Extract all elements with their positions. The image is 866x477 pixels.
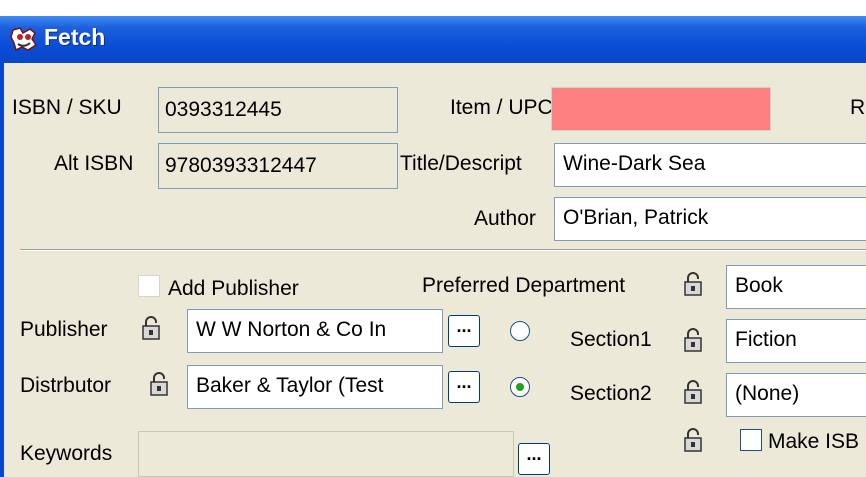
- item-upc-field[interactable]: [551, 87, 771, 131]
- title-label: Title/Descript: [400, 152, 522, 175]
- section1-lock-icon[interactable]: [682, 327, 704, 353]
- alt-isbn-label: Alt ISBN: [54, 152, 134, 175]
- add-publisher-label: Add Publisher: [168, 277, 299, 300]
- make-isbn-lock-icon[interactable]: [682, 427, 704, 453]
- fetch-dog-icon: [10, 27, 38, 52]
- right-cut-label: R: [850, 96, 866, 119]
- section2-lock-icon[interactable]: [682, 379, 704, 405]
- section1-dropdown[interactable]: Fiction: [726, 319, 866, 363]
- make-isbn-label: Make ISB: [768, 430, 860, 453]
- publisher-lock-icon[interactable]: [140, 315, 162, 341]
- fetch-form: ISBN / SKU 0393312445 Item / UPC R Alt I…: [0, 63, 866, 477]
- section-divider: [20, 249, 866, 251]
- window-title: Fetch: [44, 24, 106, 50]
- keywords-label: Keywords: [20, 442, 113, 465]
- item-upc-label: Item / UPC: [450, 96, 553, 119]
- preferred-department-dropdown[interactable]: Book: [726, 265, 866, 309]
- preferred-department-lock-icon[interactable]: [682, 271, 704, 297]
- section1-label: Section1: [570, 328, 652, 351]
- publisher-label: Publisher: [20, 318, 108, 341]
- author-label: Author: [474, 207, 536, 230]
- distributor-preferred-radio[interactable]: [510, 377, 530, 397]
- isbn-label: ISBN / SKU: [12, 96, 122, 119]
- distributor-field[interactable]: Baker & Taylor (Test: [187, 365, 443, 409]
- keywords-browse-button[interactable]: ...: [518, 443, 550, 475]
- title-field[interactable]: Wine-Dark Sea: [554, 143, 866, 187]
- make-isbn-checkbox[interactable]: [740, 429, 762, 451]
- title-bar[interactable]: Fetch: [0, 16, 866, 63]
- section2-dropdown[interactable]: (None): [726, 373, 866, 417]
- add-publisher-checkbox[interactable]: [138, 275, 160, 297]
- section2-label: Section2: [570, 382, 652, 405]
- author-field[interactable]: O'Brian, Patrick: [554, 197, 866, 241]
- preferred-department-label: Preferred Department: [422, 274, 626, 297]
- fetch-window: Fetch ISBN / SKU 0393312445 Item / UPC R…: [0, 0, 866, 477]
- isbn-field[interactable]: 0393312445: [158, 87, 398, 133]
- distributor-lock-icon[interactable]: [148, 371, 170, 397]
- keywords-field[interactable]: [138, 431, 514, 477]
- distributor-label: Distrbutor: [20, 374, 112, 397]
- alt-isbn-field[interactable]: 9780393312447: [158, 143, 398, 189]
- publisher-preferred-radio[interactable]: [510, 321, 530, 341]
- publisher-browse-button[interactable]: ...: [448, 315, 480, 347]
- distributor-browse-button[interactable]: ...: [448, 371, 480, 403]
- publisher-field[interactable]: W W Norton & Co In: [187, 309, 443, 353]
